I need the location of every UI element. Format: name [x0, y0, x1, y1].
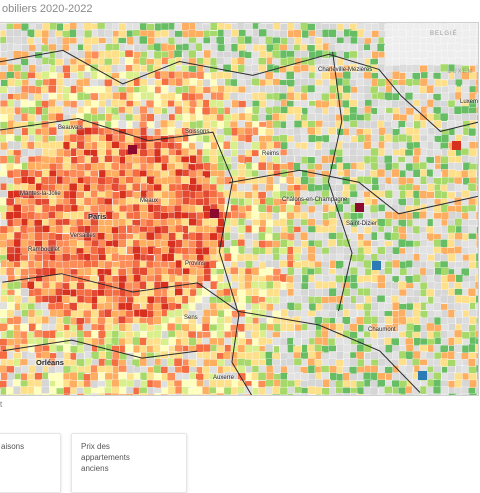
card-apartments-line-3: anciens: [81, 463, 177, 474]
accent-tile-3: [452, 141, 461, 150]
card-apartments-line-1: Prix des: [81, 441, 177, 452]
country-belgium: BELGIË: [430, 31, 458, 38]
place-provins: Provins: [185, 261, 205, 268]
place-luxembourg: Luxem: [460, 99, 478, 106]
accent-tile-0: [355, 203, 364, 212]
place-paris: Paris: [88, 213, 106, 220]
place-meaux: Meaux: [140, 198, 158, 205]
municipality-tiles: [0, 23, 478, 395]
map-canvas[interactable]: [0, 23, 478, 395]
place-rambouillet: Rambouillet: [28, 247, 60, 254]
accent-tile-4: [372, 261, 381, 270]
accent-tile-2: [210, 209, 219, 218]
place-chalons: Châlons-en-Champagne: [282, 197, 347, 204]
place-charleville: Charleville-Mézières: [318, 67, 372, 74]
section-caption: t: [0, 400, 2, 409]
card-houses-line-1: aisons: [1, 441, 51, 452]
accent-tile-1: [418, 371, 427, 380]
place-beauvais: Beauvais: [58, 125, 83, 132]
card-apartments-line-2: appartements: [81, 452, 177, 463]
card-houses[interactable]: aisons: [0, 433, 61, 493]
place-auxerre: Auxerre: [213, 375, 234, 382]
place-versailles: Versailles: [70, 233, 96, 240]
card-apartments[interactable]: Prix des appartements anciens: [71, 433, 187, 493]
country-luxembourg: LUXEM: [448, 69, 474, 76]
place-orleans: Orléans: [36, 359, 64, 366]
choropleth-map[interactable]: Paris Versailles Mantes-la-Jolie Ramboui…: [0, 22, 479, 396]
place-soissons: Soissons: [185, 129, 209, 136]
place-chaumont: Chaumont: [368, 327, 396, 334]
place-sens: Sens: [184, 315, 198, 322]
place-mantes: Mantes-la-Jolie: [20, 191, 61, 198]
accent-tile-5: [128, 145, 137, 154]
place-reims: Reims: [262, 151, 279, 158]
place-saintdizier: Saint-Dizier: [346, 221, 377, 228]
map-title: obiliers 2020-2022: [0, 0, 93, 18]
